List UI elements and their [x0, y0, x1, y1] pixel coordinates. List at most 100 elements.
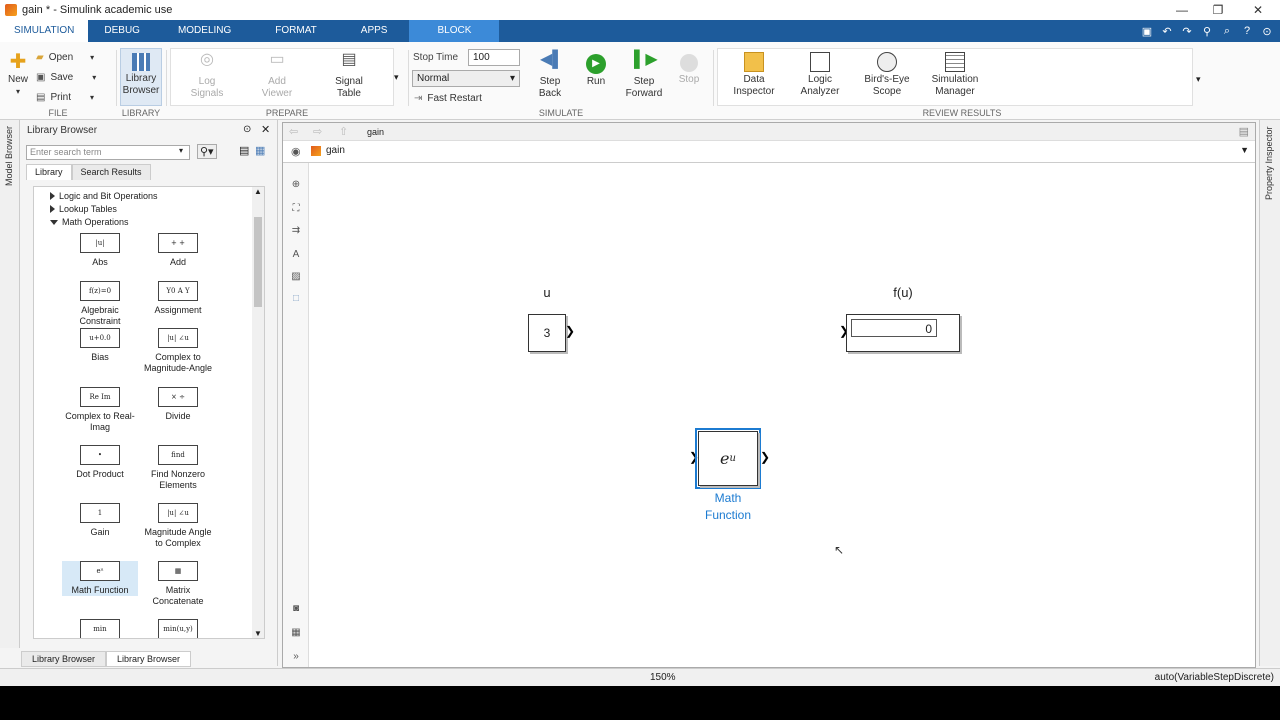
canvas-tab-gain[interactable]: gain [363, 125, 388, 139]
find-icon[interactable]: ⌕ [1220, 24, 1234, 38]
expand-palette-icon[interactable]: » [289, 649, 303, 663]
sim-mode-select[interactable]: Normal ▾ [412, 70, 520, 87]
fast-restart-button[interactable]: ⇥ Fast Restart [414, 93, 482, 104]
tab-modeling[interactable]: MODELING [156, 20, 253, 42]
log-signals-button[interactable]: ◎ Log Signals [182, 52, 232, 100]
library-block-item[interactable]: 1 Gain [62, 503, 138, 538]
back-icon[interactable]: ⇦ [289, 125, 298, 138]
forward-icon[interactable]: ⇨ [313, 125, 322, 138]
signal-table-button[interactable]: ▤ Signal Table [324, 52, 374, 100]
review-expand-icon[interactable]: ▾ [1196, 74, 1201, 85]
simulation-manager-button[interactable]: Simulation Manager [925, 52, 985, 98]
library-block-item[interactable]: • Dot Product [62, 445, 138, 480]
library-block-item[interactable]: |u| ∠u Complex to Magnitude-Angle [140, 328, 216, 374]
image-icon[interactable]: ▨ [289, 269, 303, 283]
open-button[interactable]: ▰ Open ▾ [36, 52, 94, 63]
breadcrumb-dropdown-icon[interactable]: ▼ [1240, 145, 1249, 155]
breadcrumb[interactable]: gain [326, 145, 345, 156]
tree-item-math[interactable]: Math Operations [50, 217, 129, 227]
model-browser-tab[interactable]: Model Browser [4, 126, 14, 186]
constant-block-name[interactable]: u [527, 285, 567, 300]
step-back-button[interactable]: ◀▌ Step Back [530, 52, 570, 100]
run-button[interactable]: ▶ Run [578, 54, 614, 88]
search-history-chevron-icon[interactable]: ▾ [179, 146, 183, 155]
math-output-port-icon[interactable]: ❯ [760, 450, 770, 464]
settings-icon[interactable]: ⊙ [1260, 24, 1274, 38]
constant-block[interactable]: 3 [528, 314, 566, 352]
library-block-item[interactable]: f(z)=0 Algebraic Constraint [62, 281, 138, 327]
library-block-item[interactable]: min [62, 619, 138, 638]
library-block-item[interactable]: × ÷ Divide [140, 387, 216, 422]
step-forward-button[interactable]: ▌▶ Step Forward [622, 52, 666, 100]
add-viewer-button[interactable]: ▭ Add Viewer [252, 52, 302, 100]
birds-eye-scope-button[interactable]: Bird's-Eye Scope [859, 52, 915, 98]
area-icon[interactable]: □ [289, 291, 303, 305]
canvas-menu-icon[interactable]: ▤ [1239, 125, 1249, 138]
arrow-icon[interactable]: ⇉ [289, 223, 303, 237]
tab-debug[interactable]: DEBUG [88, 20, 156, 42]
tab-simulation[interactable]: SIMULATION [0, 20, 89, 42]
grid-view-icon[interactable]: ▦ [255, 144, 265, 157]
maximize-button[interactable]: ❐ [1198, 0, 1238, 20]
save-icon[interactable]: ▣ [1140, 24, 1154, 38]
library-browser-button[interactable]: Library Browser [120, 48, 162, 106]
prepare-expand-icon[interactable]: ▾ [394, 72, 399, 83]
logic-analyzer-button[interactable]: Logic Analyzer [793, 52, 847, 98]
library-block-item[interactable]: |u| ∠u Magnitude Angle to Complex [140, 503, 216, 549]
library-block-item[interactable]: u+0.0 Bias [62, 328, 138, 363]
tab-format[interactable]: FORMAT [253, 20, 338, 42]
data-inspector-button[interactable]: Data Inspector [727, 52, 781, 98]
library-block-item[interactable]: find Find Nonzero Elements [140, 445, 216, 491]
tree-item-lookup[interactable]: Lookup Tables [50, 204, 117, 214]
redo-icon[interactable]: ↷ [1180, 24, 1194, 38]
library-block-item[interactable]: + + Add [140, 233, 216, 268]
print-button[interactable]: ▤ Print ▾ [36, 92, 94, 103]
library-block-item[interactable]: Re Im Complex to Real-Imag [62, 387, 138, 433]
search-icon[interactable]: ⚲ [1200, 24, 1214, 38]
library-block-item[interactable]: |u| Abs [62, 233, 138, 268]
library-block-item[interactable]: min(u,y) [140, 619, 216, 638]
stop-button[interactable]: Stop [672, 54, 706, 86]
library-block-item[interactable]: ▦ Matrix Concatenate [140, 561, 216, 607]
scroll-thumb[interactable] [254, 217, 262, 307]
library-block-item[interactable]: Y0 A Y Assignment [140, 281, 216, 316]
bottom-tab-library-browser-1[interactable]: Library Browser [21, 651, 107, 667]
search-icon[interactable]: ⚲▾ [197, 144, 217, 159]
explorer-icon[interactable]: ▦ [289, 625, 303, 639]
math-function-label[interactable]: Math Function [688, 490, 768, 524]
library-scrollbar[interactable]: ▲ ▼ [252, 187, 264, 638]
tab-block[interactable]: BLOCK [409, 20, 500, 42]
property-inspector-tab[interactable]: Property Inspector [1264, 126, 1274, 200]
new-button[interactable]: ✚ New ▾ [4, 52, 32, 98]
scroll-up-icon[interactable]: ▲ [254, 187, 262, 196]
tab-apps[interactable]: APPS [339, 20, 410, 42]
close-button[interactable]: ✕ [1238, 0, 1278, 20]
display-block[interactable]: 0 [846, 314, 960, 352]
minimize-button[interactable]: — [1162, 0, 1202, 20]
zoom-icon[interactable]: ⊕ [289, 177, 303, 191]
library-block-item[interactable]: eᵘ Math Function [62, 561, 138, 596]
fit-view-icon[interactable]: ⛶ [289, 201, 303, 215]
bottom-tab-library-browser-2[interactable]: Library Browser [106, 651, 192, 667]
up-icon[interactable]: ⇧ [339, 125, 348, 138]
hide-explorer-icon[interactable]: ◉ [291, 145, 301, 158]
undo-icon[interactable]: ↶ [1160, 24, 1174, 38]
panel-close-icon[interactable]: ✕ [261, 123, 270, 136]
save-button[interactable]: ▣ Save ▾ [36, 72, 96, 83]
list-view-icon[interactable]: ▤ [239, 144, 249, 157]
help-icon[interactable]: ? [1240, 24, 1254, 38]
library-tabs: Library Search Results [26, 164, 151, 180]
display-block-name[interactable]: f(u) [863, 285, 943, 300]
tab-library[interactable]: Library [26, 164, 72, 180]
panel-options-icon[interactable]: ⊙ [243, 124, 251, 135]
library-search-input[interactable]: Enter search term [26, 145, 190, 160]
annotation-icon[interactable]: A [289, 247, 303, 261]
tree-item-logic-bit[interactable]: Logic and Bit Operations [50, 191, 158, 201]
scroll-down-icon[interactable]: ▼ [254, 629, 262, 638]
solver-status[interactable]: auto(VariableStepDiscrete) [1155, 672, 1274, 683]
output-port-icon[interactable]: ❯ [565, 324, 575, 338]
stop-time-input[interactable]: 100 [468, 49, 520, 66]
tab-search-results[interactable]: Search Results [71, 164, 151, 180]
math-function-block[interactable]: eu [698, 431, 758, 486]
screenshot-icon[interactable]: ◙ [289, 601, 303, 615]
